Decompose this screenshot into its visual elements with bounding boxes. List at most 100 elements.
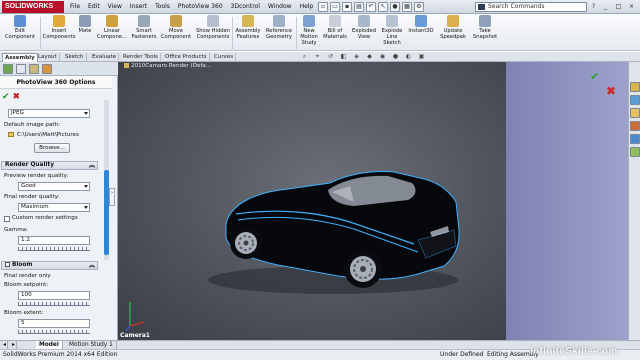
resources-icon[interactable] — [630, 82, 640, 92]
close-button[interactable]: × — [626, 2, 637, 11]
menu-photoview[interactable]: PhotoView 360 — [178, 3, 223, 10]
assembly-features-icon — [242, 15, 254, 27]
appearances-scenes-icon[interactable] — [630, 134, 640, 144]
panel-splitter-handle[interactable]: › — [109, 188, 115, 206]
graphics-viewport[interactable] — [118, 62, 506, 340]
final-quality-dropdown[interactable]: Maximum — [18, 203, 90, 212]
hide-show-items-icon[interactable]: ◉ — [378, 53, 387, 61]
menu-help[interactable]: Help — [300, 3, 314, 10]
exploded-view-button[interactable]: Exploded View — [350, 15, 378, 51]
options-icon[interactable]: ⚙ — [414, 2, 424, 12]
view-orientation-icon[interactable]: ◈ — [352, 53, 361, 61]
save-icon[interactable]: ▪ — [342, 2, 352, 12]
minimize-button[interactable]: _ — [600, 2, 611, 11]
reference-geometry-button[interactable]: Reference Geometry — [263, 15, 295, 51]
snapshot-icon — [479, 15, 491, 27]
view-settings-icon[interactable]: ▣ — [417, 53, 426, 61]
select-icon[interactable]: ↖ — [378, 2, 388, 12]
apply-scene-icon[interactable]: ◐ — [404, 53, 413, 61]
tab-office-products[interactable]: Office Products — [163, 53, 210, 62]
section-view-icon[interactable]: ◧ — [339, 53, 348, 61]
reference-triad-icon — [125, 302, 145, 332]
tab-curves[interactable]: Curves — [212, 53, 237, 62]
maximize-button[interactable]: □ — [613, 2, 624, 11]
tab-sketch[interactable]: Sketch — [63, 53, 87, 62]
gamma-label: Gamma: — [4, 227, 28, 233]
tab-evaluate[interactable]: Evaluate — [90, 53, 120, 62]
previous-view-icon[interactable]: ↺ — [326, 53, 335, 61]
cancel-x-icon[interactable]: ✖ — [13, 92, 21, 102]
search-input[interactable]: Search Commands — [475, 2, 587, 12]
folder-icon — [8, 132, 14, 137]
move-component-button[interactable]: Move Component — [160, 15, 192, 51]
preview-quality-label: Preview render quality: — [4, 173, 69, 179]
explode-line-sketch-button[interactable]: Explode Line Sketch — [379, 15, 405, 51]
edit-component-button[interactable]: Edit Component — [2, 15, 38, 51]
menu-window[interactable]: Window — [268, 3, 292, 10]
solidworks-logo[interactable]: SOLIDWORKS — [2, 1, 64, 13]
tab-render-tools[interactable]: Render Tools — [121, 53, 161, 62]
property-manager-panel: PhotoView 360 Options ✔ ✖ JPEG Default im… — [0, 62, 118, 340]
update-speedpak-button[interactable]: Update Speedpak — [438, 15, 468, 51]
image-format-dropdown[interactable]: JPEG — [8, 109, 90, 118]
edit-appearance-icon[interactable]: ● — [391, 53, 400, 61]
custom-render-settings-checkbox[interactable] — [4, 216, 10, 222]
take-snapshot-button[interactable]: Take Snapshot — [470, 15, 500, 51]
final-render-only-label: Final render only — [4, 273, 51, 279]
configuration-manager-tab-icon[interactable] — [29, 64, 39, 74]
linear-pattern-button[interactable]: Linear Compone... — [96, 15, 128, 51]
preview-quality-dropdown[interactable]: Good — [18, 182, 90, 191]
confirm-ok-check-icon[interactable]: ✔ — [590, 70, 599, 83]
file-explorer-icon[interactable] — [630, 108, 640, 118]
new-file-icon[interactable]: ▫ — [318, 2, 328, 12]
bloom-setpoint-slider[interactable] — [18, 302, 90, 306]
insert-components-button[interactable]: Insert Components — [42, 15, 76, 51]
gamma-slider[interactable] — [18, 247, 90, 251]
confirm-cancel-x-icon[interactable]: ✖ — [606, 84, 616, 98]
tab-assembly[interactable]: Assembly — [2, 53, 38, 62]
bill-of-materials-button[interactable]: Bill of Materials — [322, 15, 348, 51]
print-icon[interactable]: ▤ — [354, 2, 364, 12]
property-manager-title: PhotoView 360 Options — [0, 76, 112, 89]
panel-scrollbar-thumb[interactable] — [104, 170, 109, 255]
render-quality-group-header[interactable]: Render Quality ︽ — [1, 161, 98, 170]
undo-icon[interactable]: ↶ — [366, 2, 376, 12]
show-hidden-icon — [207, 15, 219, 27]
menu-tools[interactable]: Tools — [155, 3, 170, 10]
assembly-features-button[interactable]: Assembly Features — [234, 15, 262, 51]
new-motion-study-button[interactable]: New Motion Study — [297, 15, 321, 51]
watermark-logo: InfiniteSkills.com — [530, 346, 618, 357]
bloom-group-header[interactable]: Bloom ︽ — [1, 261, 98, 270]
bloom-setpoint-spinbox[interactable]: 100 — [18, 291, 90, 300]
menu-3dcontrol[interactable]: 3Dcontrol — [231, 3, 260, 10]
view-palette-icon[interactable] — [630, 121, 640, 131]
show-hidden-components-button[interactable]: Show Hidden Components — [194, 15, 232, 51]
zoom-area-icon[interactable]: ⌖ — [313, 53, 322, 61]
custom-properties-icon[interactable] — [630, 147, 640, 157]
rebuild-icon[interactable]: ● — [390, 2, 400, 12]
display-manager-tab-icon[interactable] — [42, 64, 52, 74]
smart-fasteners-button[interactable]: Smart Fasteners — [130, 15, 158, 51]
menu-edit[interactable]: Edit — [88, 3, 100, 10]
bloom-extent-spinbox[interactable]: 5 — [18, 319, 90, 328]
display-style-icon[interactable]: ◆ — [365, 53, 374, 61]
mate-button[interactable]: Mate — [76, 15, 94, 51]
menu-insert[interactable]: Insert — [130, 3, 147, 10]
open-file-icon[interactable]: ▭ — [330, 2, 340, 12]
menu-file[interactable]: File — [70, 3, 80, 10]
bloom-checkbox[interactable] — [5, 262, 10, 267]
file-properties-icon[interactable]: ▦ — [402, 2, 412, 12]
title-bar: SOLIDWORKS File Edit View Insert Tools P… — [0, 0, 640, 14]
ok-check-icon[interactable]: ✔ — [2, 92, 10, 102]
gamma-spinbox[interactable]: 1.2 — [18, 236, 90, 245]
help-icon[interactable]: ? — [592, 3, 595, 10]
bloom-extent-slider[interactable] — [18, 330, 90, 334]
property-manager-tab-icon[interactable] — [16, 64, 26, 74]
menu-view[interactable]: View — [108, 3, 122, 10]
instant3d-button[interactable]: Instant3D — [406, 15, 436, 51]
feature-tree-tab-icon[interactable] — [3, 64, 13, 74]
browse-button[interactable]: Browse... — [34, 143, 70, 153]
zoom-to-fit-icon[interactable]: ⌕ — [300, 53, 309, 61]
design-library-icon[interactable] — [630, 95, 640, 105]
tab-layout[interactable]: Layout — [36, 53, 60, 62]
